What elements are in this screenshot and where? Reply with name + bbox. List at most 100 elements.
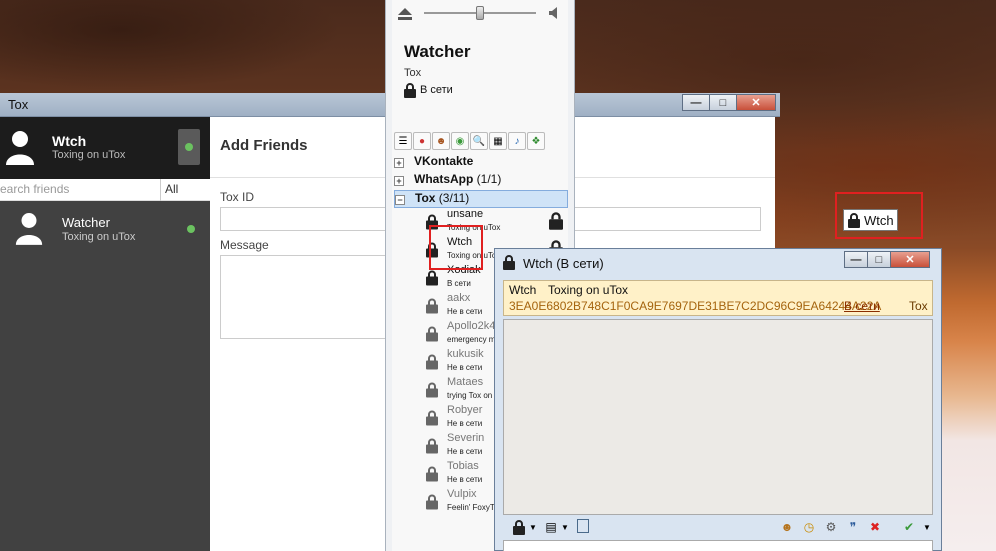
options-icon[interactable]: ▦ [489, 132, 507, 150]
maximize-button[interactable]: □ [709, 94, 737, 111]
contact-name: unsane [447, 208, 484, 220]
friend-status-message: Toxing on uTox [62, 231, 136, 243]
contact-list-toolbar: ☰ ● ☻ ◉ 🔍 ▦ ♪ ❖ [394, 132, 564, 154]
lock-icon [426, 326, 438, 342]
protocol-label: Tox [909, 299, 928, 313]
volume-slider-thumb[interactable] [476, 6, 484, 20]
search-bar: earch friends All [0, 179, 210, 201]
tox-id: 3EA0E6802B748C1F0CA9E7697DE31BE7C2DC96C9… [509, 299, 882, 313]
history-icon[interactable] [577, 519, 589, 533]
lock-icon [426, 466, 438, 482]
group-label: VKontakte [414, 154, 474, 168]
page-title: Add Friends [220, 137, 308, 154]
lock-icon [426, 494, 438, 510]
close-button[interactable]: ✕ [890, 251, 930, 268]
profile-protocol: Tox [404, 67, 422, 79]
window-title: Tox [8, 97, 29, 112]
message-input[interactable] [503, 540, 933, 551]
traffic-light-icon[interactable]: ● [413, 132, 431, 150]
contact-name: Mataes [447, 376, 484, 388]
close-icon[interactable]: ✖ [867, 519, 883, 535]
maximize-button[interactable]: □ [867, 251, 891, 268]
online-status-link[interactable]: В сети [844, 299, 880, 313]
send-check-icon[interactable]: ✔ [901, 519, 917, 535]
user-details-icon[interactable]: ☻ [779, 519, 795, 535]
search-friends-input[interactable]: earch friends [0, 182, 69, 196]
close-button[interactable]: ✕ [736, 94, 776, 111]
chat-window-title: Wtch (В сети) [523, 256, 604, 271]
chat-toolbar: ▼ ▤ ▼ ☻ ◷ ⚙ ❞ ✖ ✔ ▼ [503, 517, 933, 539]
groups-icon[interactable]: ❖ [527, 132, 545, 150]
tox-id-label: Tox ID [220, 190, 255, 204]
self-status-message: Toxing on uTox [52, 149, 126, 161]
minimize-button[interactable]: — [844, 251, 868, 268]
friends-sidebar: Wtch Toxing on uTox earch friends All Wa… [0, 117, 210, 551]
chat-window: Wtch (В сети) — □ ✕ Wtch Toxing on uTox … [494, 248, 942, 551]
clock-icon[interactable]: ◷ [801, 519, 817, 535]
friend-list-item[interactable]: Watcher Toxing on uTox [0, 203, 210, 255]
contact-name: Apollo2k4 [447, 320, 496, 332]
sound-icon[interactable]: ♪ [508, 132, 526, 150]
contact-info-bar: Wtch Toxing on uTox 3EA0E6802B748C1F0CA9… [503, 280, 933, 316]
online-status-icon [185, 143, 193, 151]
speaker-icon[interactable] [548, 6, 562, 20]
lock-icon [426, 410, 438, 426]
contact-name: Vulpix [447, 488, 477, 500]
self-name: Wtch [52, 133, 87, 149]
contact-status-message: Toxing on uTox [548, 283, 629, 297]
chevron-down-icon[interactable]: ▼ [919, 519, 935, 535]
expand-icon[interactable]: + [394, 158, 404, 168]
status-icon[interactable]: ◉ [451, 132, 469, 150]
lock-icon [848, 213, 860, 228]
group-label: Tox [415, 191, 436, 205]
message-textarea[interactable] [220, 255, 390, 339]
find-icon[interactable]: 🔍 [470, 132, 488, 150]
tooltip-label: Wtch [864, 213, 894, 228]
lock-icon [404, 83, 416, 98]
minimize-button[interactable]: — [682, 94, 710, 111]
lock-icon [426, 382, 438, 398]
lock-icon [426, 298, 438, 314]
self-profile[interactable]: Wtch Toxing on uTox [0, 117, 210, 179]
message-log[interactable] [503, 319, 933, 515]
profile-status[interactable]: В сети [420, 84, 453, 96]
group-count: (1/1) [476, 172, 502, 186]
contact-name: Severin [447, 432, 485, 444]
contact-tooltip: Wtch [843, 209, 898, 231]
lock-icon [426, 438, 438, 454]
gear-icon[interactable]: ⚙ [823, 519, 839, 535]
eject-icon[interactable] [398, 8, 412, 20]
friend-avatar-icon [15, 213, 43, 245]
contact-name: aakx [447, 292, 471, 304]
quote-icon[interactable]: ❞ [845, 519, 861, 535]
chevron-down-icon[interactable]: ▼ [525, 519, 541, 535]
lock-icon [503, 255, 515, 270]
expand-icon[interactable]: + [394, 176, 404, 186]
avatar-icon [6, 131, 34, 165]
contact-name: Tobias [447, 460, 479, 472]
group-label: WhatsApp [414, 172, 474, 186]
lock-icon [426, 270, 438, 286]
volume-slider[interactable] [424, 6, 536, 20]
menu-icon[interactable]: ☰ [394, 132, 412, 150]
contact-name: Robyer [447, 404, 483, 416]
status-toggle-button[interactable] [178, 129, 200, 165]
user-icon[interactable]: ☻ [432, 132, 450, 150]
message-label: Message [220, 238, 269, 252]
volume-bar [386, 0, 576, 26]
contact-name: kukusik [447, 348, 484, 360]
group-count: (3/11) [438, 191, 470, 205]
friend-online-icon [187, 225, 195, 233]
collapse-icon[interactable]: − [395, 195, 405, 205]
profile-name: Watcher [404, 42, 471, 61]
lock-icon [549, 212, 563, 230]
group-whatsapp[interactable]: + WhatsApp (1/1) [394, 172, 568, 190]
group-vkontakte[interactable]: + VKontakte [394, 154, 568, 172]
contact-name: Wtch [509, 283, 537, 297]
chevron-down-icon[interactable]: ▼ [557, 519, 573, 535]
highlight-box [429, 225, 483, 270]
group-tox[interactable]: − Tox (3/11) [394, 190, 568, 208]
filter-dropdown[interactable]: All [160, 179, 210, 201]
friend-name: Watcher [62, 215, 110, 230]
lock-icon [426, 354, 438, 370]
